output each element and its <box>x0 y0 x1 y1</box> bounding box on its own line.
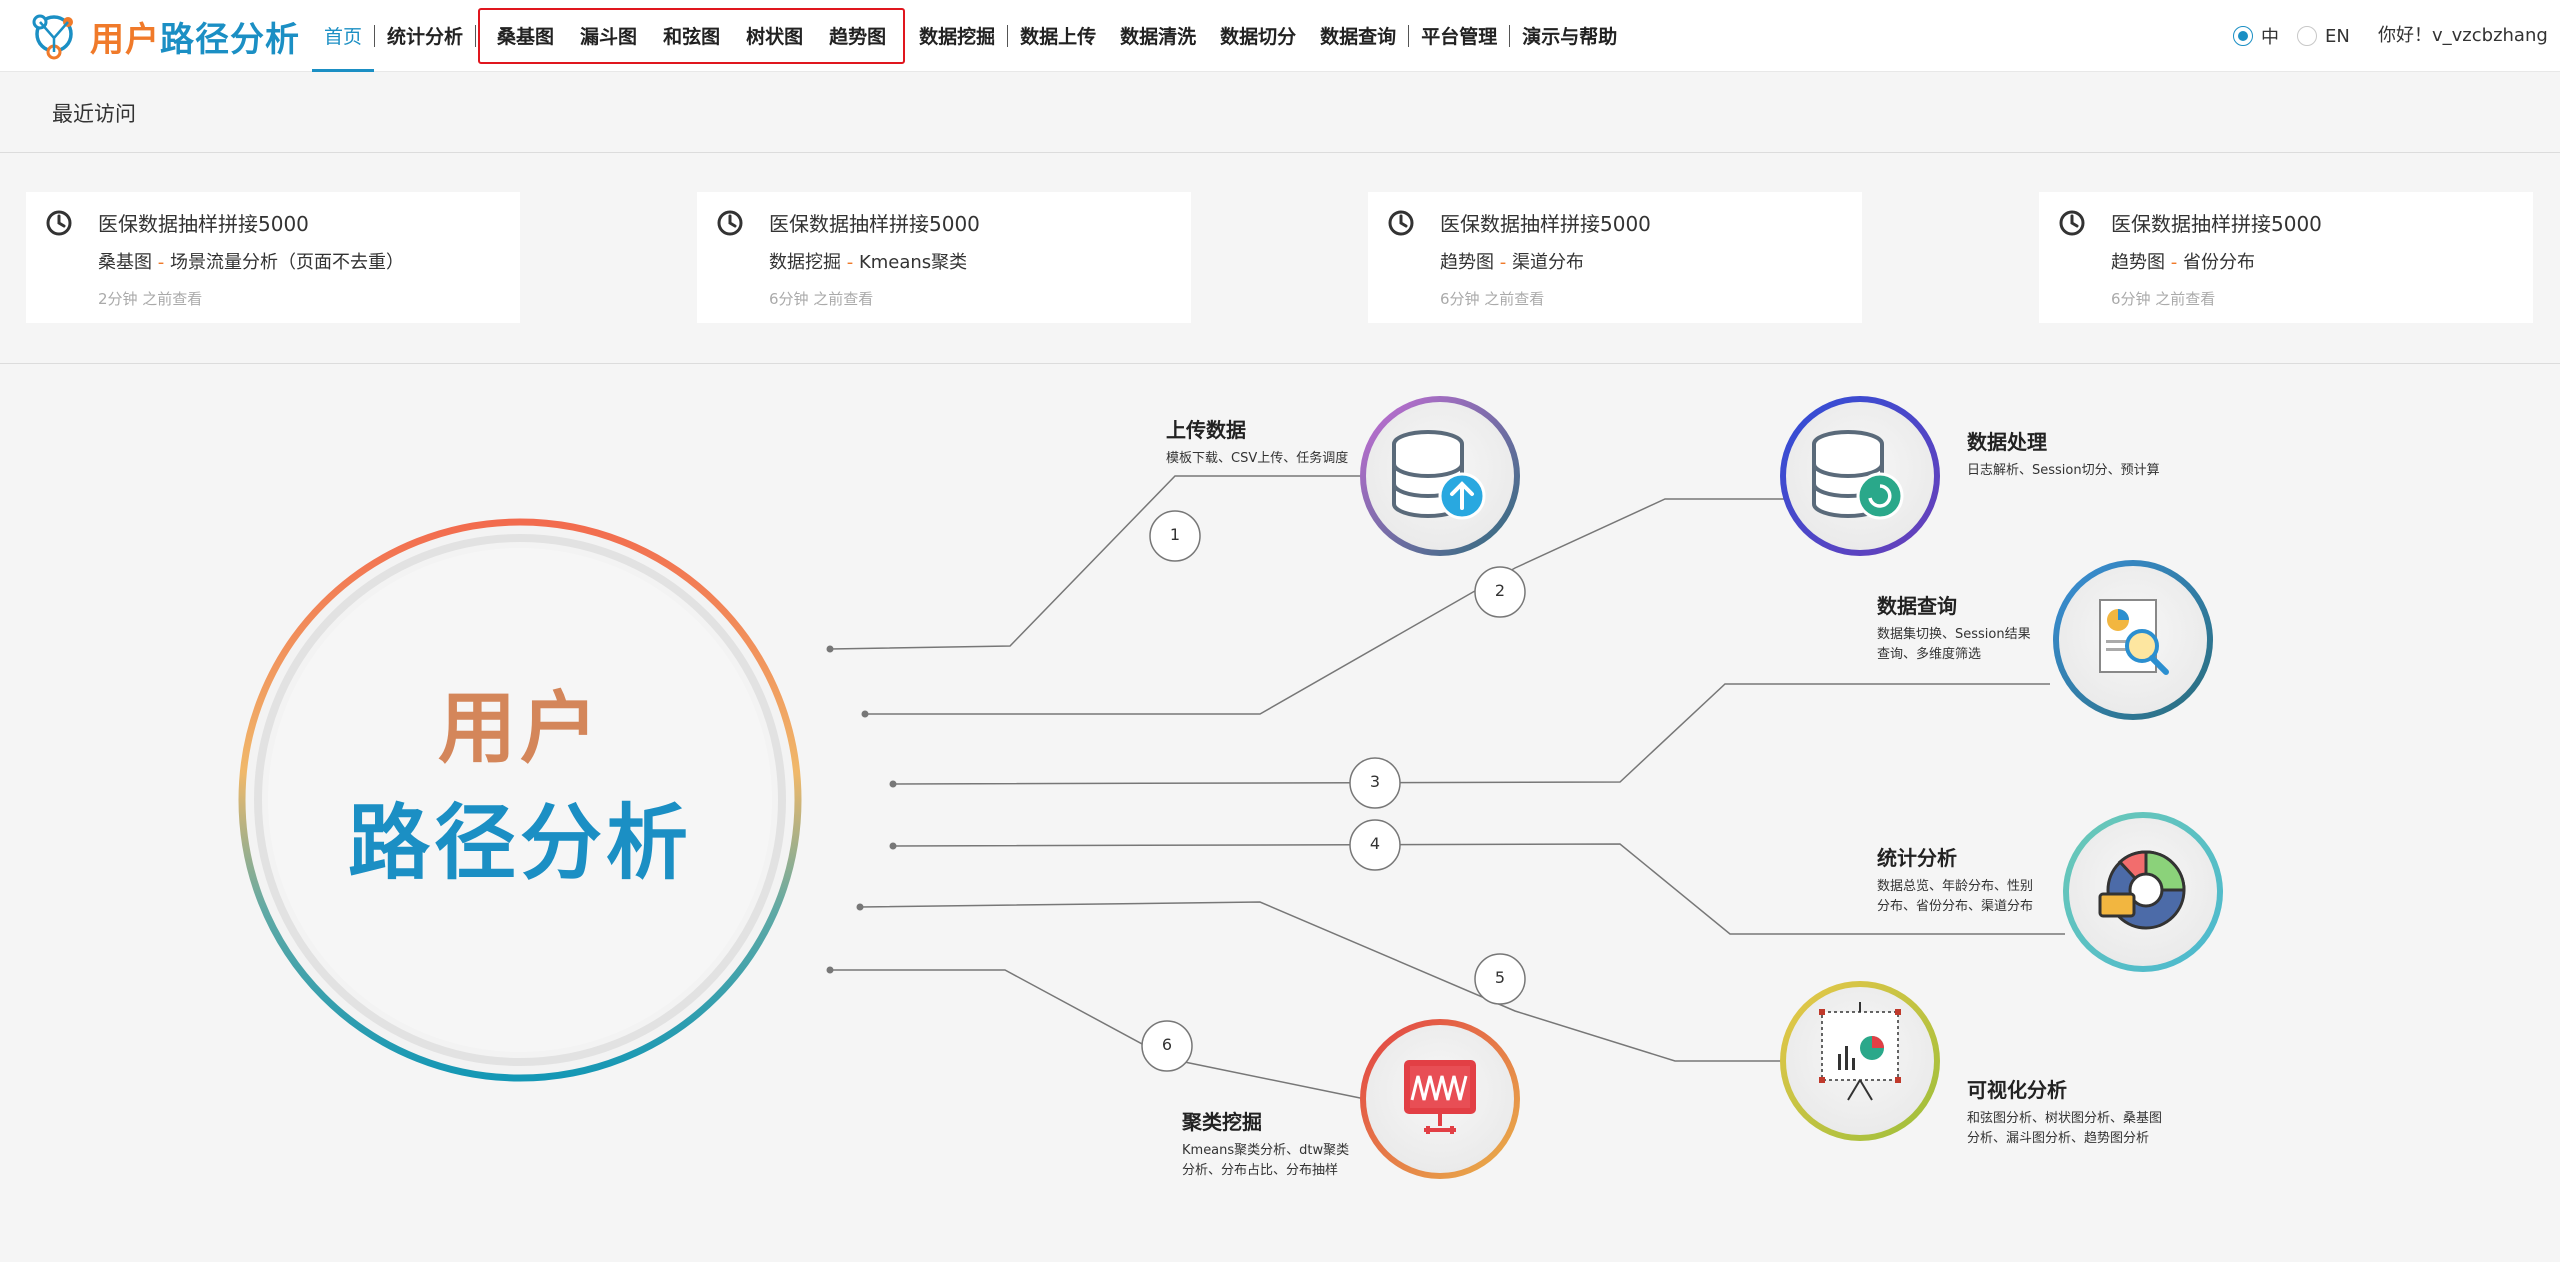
recent-card-time: 6分钟 之前查看 <box>769 290 874 308</box>
step-circle-upload <box>1360 396 1520 556</box>
recent-card[interactable]: 医保数据抽样拼接5000 数据挖掘 - Kmeans聚类 6分钟 之前查看 <box>697 192 1191 323</box>
nav-upload[interactable]: 数据上传 <box>1008 0 1108 72</box>
step-label-process: 数据处理 日志解析、Session切分、预计算 <box>1967 430 2160 478</box>
report-search-icon <box>2099 599 2169 675</box>
step-circle-query <box>2053 560 2213 720</box>
step-label-query: 数据查询 数据集切换、Session结果 查询、多维度筛选 <box>1877 594 2031 662</box>
step-circle-cluster <box>1360 1019 1520 1179</box>
recent-card[interactable]: 医保数据抽样拼接5000 趋势图 - 渠道分布 6分钟 之前查看 <box>1368 192 1862 323</box>
language-switcher: 中 EN <box>2233 0 2368 72</box>
nav-split[interactable]: 数据切分 <box>1208 0 1308 72</box>
nav-divider <box>475 25 477 47</box>
recent-card-title: 医保数据抽样拼接5000 <box>769 212 980 236</box>
lang-zh-label[interactable]: 中 <box>2261 23 2279 49</box>
step-number-label: 3 <box>1369 772 1381 791</box>
clock-icon <box>1388 210 1414 236</box>
step-label-stats: 统计分析 数据总览、年龄分布、性别 分布、省份分布、渠道分布 <box>1877 846 2034 914</box>
user-greeting[interactable]: 你好！v_vzcbzhang <box>2378 0 2548 72</box>
nav-tree[interactable]: 树状图 <box>733 10 816 62</box>
workflow-diagram: 用户 路径分析 1 2 3 4 5 6 上传数据 模板下载、CSV上传、任务调度… <box>0 364 2560 1262</box>
lang-zh-radio[interactable] <box>2233 26 2253 46</box>
nav-highlight-box: 桑基图 漏斗图 和弦图 树状图 趋势图 <box>478 8 906 64</box>
recent-card[interactable]: 医保数据抽样拼接5000 趋势图 - 省份分布 6分钟 之前查看 <box>2039 192 2533 323</box>
clock-icon <box>46 210 72 236</box>
main-nav: 首页 统计分析 桑基图 漏斗图 和弦图 树状图 趋势图 数据挖掘 数据上传 数据… <box>312 0 1629 72</box>
recent-card-time: 6分钟 之前查看 <box>2111 290 2216 308</box>
step-circle-stats <box>2063 812 2223 972</box>
recent-card-time: 6分钟 之前查看 <box>1440 290 1545 308</box>
clock-icon <box>2059 210 2085 236</box>
recent-card-subtitle: 桑基图 - 场景流量分析（页面不去重） <box>98 252 404 273</box>
nav-stats[interactable]: 统计分析 <box>375 0 475 72</box>
nav-query[interactable]: 数据查询 <box>1308 0 1408 72</box>
step-number-label: 5 <box>1494 968 1506 987</box>
recent-card-subtitle: 趋势图 - 渠道分布 <box>1440 252 1584 273</box>
nav-chord[interactable]: 和弦图 <box>650 10 733 62</box>
recent-card-title: 医保数据抽样拼接5000 <box>2111 212 2322 236</box>
nav-clean[interactable]: 数据清洗 <box>1108 0 1208 72</box>
nav-sankey[interactable]: 桑基图 <box>484 10 567 62</box>
path-network-logo-icon <box>32 14 73 60</box>
center-title-line2: 路径分析 <box>347 798 692 889</box>
app-title: 用户路径分析 <box>90 19 300 60</box>
recent-card-subtitle: 趋势图 - 省份分布 <box>2111 252 2255 273</box>
recent-card[interactable]: 医保数据抽样拼接5000 桑基图 - 场景流量分析（页面不去重） 2分钟 之前查… <box>26 192 520 323</box>
step-label-upload: 上传数据 模板下载、CSV上传、任务调度 <box>1166 418 1349 466</box>
recent-card-subtitle: 数据挖掘 - Kmeans聚类 <box>769 252 968 273</box>
clock-icon <box>717 210 743 236</box>
recent-card-title: 医保数据抽样拼接5000 <box>98 212 309 236</box>
step-label-visual: 可视化分析 和弦图分析、树状图分析、桑基图 分析、漏斗图分析、趋势图分析 <box>1967 1078 2163 1146</box>
nav-home[interactable]: 首页 <box>312 0 375 72</box>
center-title-line1: 用户 <box>437 684 602 772</box>
nav-mining[interactable]: 数据挖掘 <box>907 0 1007 72</box>
app-logo[interactable]: 用户路径分析 <box>26 8 300 64</box>
nav-demo-help[interactable]: 演示与帮助 <box>1510 0 1629 72</box>
step-circle-process <box>1780 396 1940 556</box>
lang-en-label[interactable]: EN <box>2325 26 2350 47</box>
lang-en-radio[interactable] <box>2297 26 2317 46</box>
step-number-label: 1 <box>1169 525 1181 544</box>
step-number-label: 4 <box>1369 834 1381 853</box>
step-circle-visual <box>1780 981 1940 1141</box>
top-navbar: 用户路径分析 首页 统计分析 桑基图 漏斗图 和弦图 树状图 趋势图 数据挖掘 … <box>0 0 2560 72</box>
recent-card-time: 2分钟 之前查看 <box>98 290 203 308</box>
step-number-label: 6 <box>1161 1035 1173 1054</box>
divider <box>0 152 2560 153</box>
step-number-label: 2 <box>1494 581 1506 600</box>
step-label-cluster: 聚类挖掘 Kmeans聚类分析、dtw聚类 分析、分布占比、分布抽样 <box>1182 1110 1350 1178</box>
nav-trend[interactable]: 趋势图 <box>816 10 899 62</box>
nav-funnel[interactable]: 漏斗图 <box>567 10 650 62</box>
recent-visits-title: 最近访问 <box>52 102 136 126</box>
nav-platform[interactable]: 平台管理 <box>1409 0 1509 72</box>
recent-card-title: 医保数据抽样拼接5000 <box>1440 212 1651 236</box>
